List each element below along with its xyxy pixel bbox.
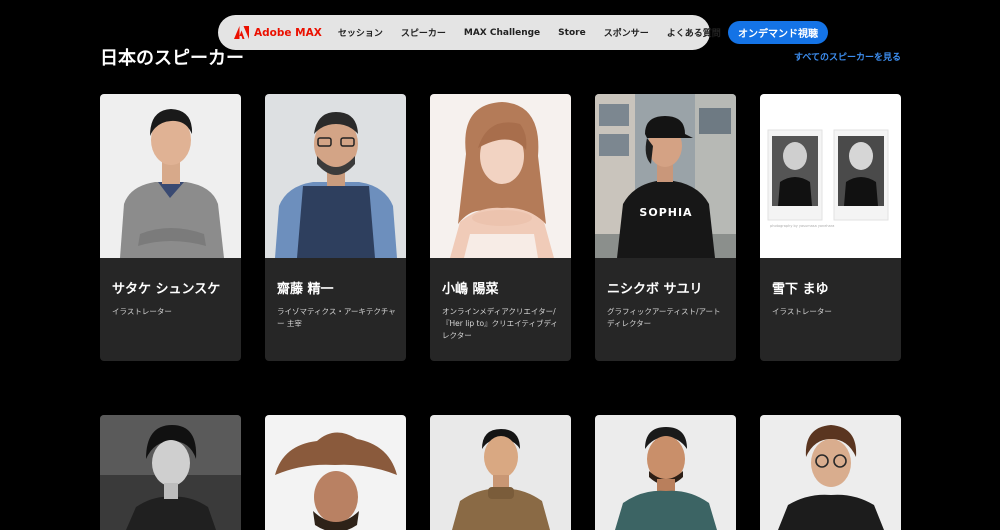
nav-item-sponsors[interactable]: スポンサー	[604, 26, 649, 39]
photo-caption: photography by yasumasa yonehara	[770, 224, 834, 228]
nav-item-speakers[interactable]: スピーカー	[401, 26, 446, 39]
speaker-photo	[760, 415, 901, 530]
speaker-role: ライゾマティクス・アーキテクチャー 主宰	[277, 307, 396, 328]
adobe-logo-icon	[234, 26, 249, 39]
speaker-role: イラストレーター	[112, 307, 172, 316]
shirt-text: SOPHIA	[639, 206, 692, 219]
speaker-card[interactable]	[595, 415, 736, 530]
speaker-name: 雪下 まゆ	[772, 282, 829, 297]
nav-item-max-challenge[interactable]: MAX Challenge	[464, 28, 540, 38]
nav-item-store[interactable]: Store	[558, 28, 586, 38]
speaker-photo	[100, 415, 241, 530]
on-demand-button[interactable]: オンデマンド視聴	[728, 21, 828, 44]
top-nav: Adobe MAX セッション スピーカー MAX Challenge Stor…	[218, 15, 721, 50]
speaker-card[interactable]	[265, 415, 406, 530]
speaker-role: イラストレーター	[772, 307, 832, 316]
see-all-speakers-link[interactable]: すべてのスピーカーを見る	[794, 50, 901, 63]
speaker-card[interactable]: 小嶋 陽菜 オンラインメディアクリエイター/『Her lip to』クリエイティ…	[430, 94, 571, 361]
speaker-card[interactable]	[760, 415, 901, 530]
speaker-card[interactable]: SOPHIA ニシクボ サユリ グラフィックアーティスト/アートディレクター	[595, 94, 736, 361]
speaker-role: オンラインメディアクリエイター/『Her lip to』クリエイティブディレクタ…	[442, 307, 558, 340]
speaker-photo	[100, 94, 241, 258]
speaker-name: サタケ シュンスケ	[112, 282, 221, 297]
speaker-photo	[595, 415, 736, 530]
speaker-photo	[430, 415, 571, 530]
adobe-max-logo[interactable]: Adobe MAX	[234, 26, 322, 39]
speaker-photo	[265, 415, 406, 530]
speaker-photo	[430, 94, 571, 258]
nav-item-sessions[interactable]: セッション	[338, 26, 383, 39]
speaker-photo	[265, 94, 406, 258]
speaker-name: ニシクボ サユリ	[607, 282, 703, 297]
speaker-card[interactable]: 齋藤 精一 ライゾマティクス・アーキテクチャー 主宰	[265, 94, 406, 361]
brand-name: Adobe MAX	[254, 26, 322, 39]
speaker-name: 小嶋 陽菜	[442, 282, 499, 297]
speaker-card[interactable]: photography by yasumasa yonehara 雪下 まゆ イ…	[760, 94, 901, 361]
speaker-role: グラフィックアーティスト/アートディレクター	[607, 307, 721, 328]
speaker-card[interactable]	[100, 415, 241, 530]
page: Adobe MAX セッション スピーカー MAX Challenge Stor…	[0, 0, 1000, 530]
speaker-card[interactable]	[430, 415, 571, 530]
speaker-name: 齋藤 精一	[277, 282, 334, 297]
speaker-photo: SOPHIA	[595, 94, 736, 258]
section-title: 日本のスピーカー	[100, 48, 244, 69]
speaker-photo: photography by yasumasa yonehara	[760, 94, 901, 258]
nav-item-faq[interactable]: よくある質問	[667, 26, 721, 39]
speaker-card[interactable]: サタケ シュンスケ イラストレーター	[100, 94, 241, 361]
